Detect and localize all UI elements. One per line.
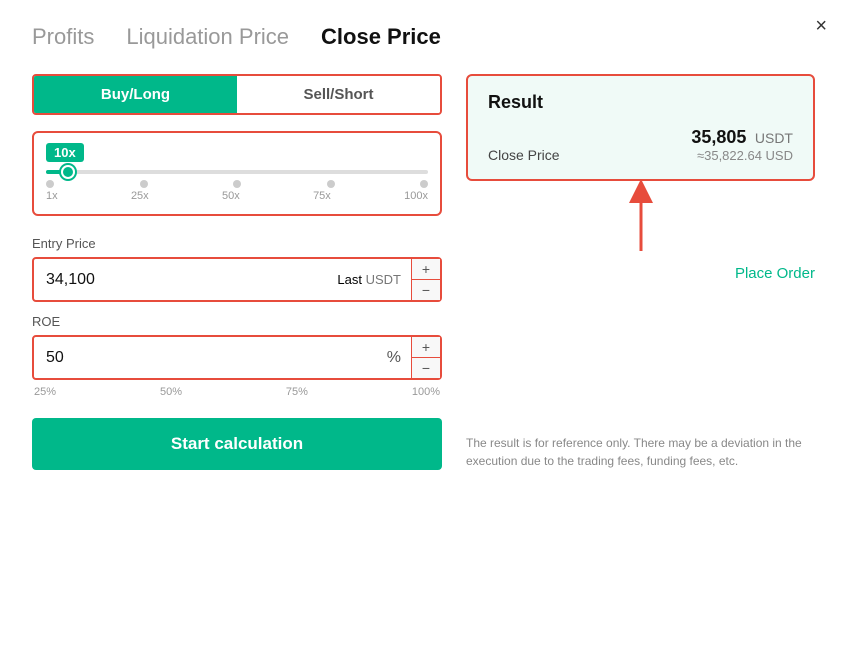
modal-container: × Profits Liquidation Price Close Price … — [0, 0, 847, 652]
left-panel: Buy/Long Sell/Short 10x — [32, 74, 442, 470]
entry-price-increment[interactable]: + — [412, 259, 440, 280]
slider-dot-100 — [420, 180, 428, 188]
buy-long-button[interactable]: Buy/Long — [34, 76, 237, 113]
entry-price-stepper: + − — [411, 259, 440, 300]
roe-label-75: 75% — [286, 386, 308, 398]
tab-liquidation[interactable]: Liquidation Price — [126, 24, 289, 50]
slider-dots — [46, 180, 428, 188]
result-value-block: 35,805 USDT ≈35,822.64 USD — [691, 127, 793, 163]
leverage-label-25x: 25x — [131, 190, 149, 202]
roe-input-row: % + − — [32, 335, 442, 380]
red-arrow-svg — [611, 181, 671, 261]
result-box: Result Close Price 35,805 USDT ≈35,822.6… — [466, 74, 815, 181]
close-price-label: Close Price — [488, 147, 560, 163]
slider-thumb[interactable] — [61, 165, 75, 179]
entry-price-decrement[interactable]: − — [412, 280, 440, 300]
roe-decrement[interactable]: − — [412, 358, 440, 378]
place-order-link[interactable]: Place Order — [466, 265, 815, 282]
roe-label-50: 50% — [160, 386, 182, 398]
sell-short-button[interactable]: Sell/Short — [237, 76, 440, 113]
entry-price-unit: USDT — [366, 272, 401, 287]
close-price-value: 35,805 — [691, 127, 746, 147]
entry-price-label: Entry Price — [32, 236, 442, 251]
result-row: Close Price 35,805 USDT ≈35,822.64 USD — [488, 127, 793, 163]
roe-increment[interactable]: + — [412, 337, 440, 358]
leverage-labels: 1x 25x 50x 75x 100x — [46, 190, 428, 202]
main-content: Buy/Long Sell/Short 10x — [32, 74, 815, 470]
arrow-annotation — [466, 181, 815, 261]
start-calculation-button[interactable]: Start calculation — [32, 418, 442, 470]
leverage-label-100x: 100x — [404, 190, 428, 202]
right-inner: Result Close Price 35,805 USDT ≈35,822.6… — [466, 74, 815, 470]
close-price-unit: USDT — [755, 130, 793, 146]
direction-toggle: Buy/Long Sell/Short — [32, 74, 442, 115]
close-price-approx: ≈35,822.64 USD — [691, 148, 793, 163]
result-title: Result — [488, 92, 793, 113]
roe-stepper: + − — [411, 337, 440, 378]
entry-price-tag: Last USDT — [327, 259, 411, 300]
entry-price-input-row: Last USDT + − — [32, 257, 442, 302]
tab-profits[interactable]: Profits — [32, 24, 94, 50]
entry-price-last: Last — [337, 272, 362, 287]
slider-dot-50 — [233, 180, 241, 188]
roe-unit: % — [377, 337, 411, 378]
leverage-badge: 10x — [46, 143, 84, 162]
slider-dot-75 — [327, 180, 335, 188]
tab-bar: Profits Liquidation Price Close Price — [32, 24, 815, 50]
roe-slider-labels: 25% 50% 75% 100% — [32, 386, 442, 398]
roe-label: ROE — [32, 314, 442, 329]
roe-label-25: 25% — [34, 386, 56, 398]
disclaimer-text: The result is for reference only. There … — [466, 422, 815, 470]
roe-input[interactable] — [34, 337, 377, 378]
roe-label-100: 100% — [412, 386, 440, 398]
slider-track — [46, 170, 428, 174]
slider-dot-25 — [140, 180, 148, 188]
close-button[interactable]: × — [815, 16, 827, 36]
close-price-value-line: 35,805 USDT — [691, 127, 793, 148]
leverage-section: 10x 1x 25x 50x — [32, 131, 442, 216]
entry-price-input[interactable] — [34, 259, 327, 300]
leverage-label-1x: 1x — [46, 190, 58, 202]
leverage-label-50x: 50x — [222, 190, 240, 202]
tab-close-price[interactable]: Close Price — [321, 24, 441, 50]
slider-dot-1 — [46, 180, 54, 188]
right-panel: Result Close Price 35,805 USDT ≈35,822.6… — [466, 74, 815, 470]
leverage-slider[interactable] — [46, 170, 428, 174]
leverage-label-75x: 75x — [313, 190, 331, 202]
